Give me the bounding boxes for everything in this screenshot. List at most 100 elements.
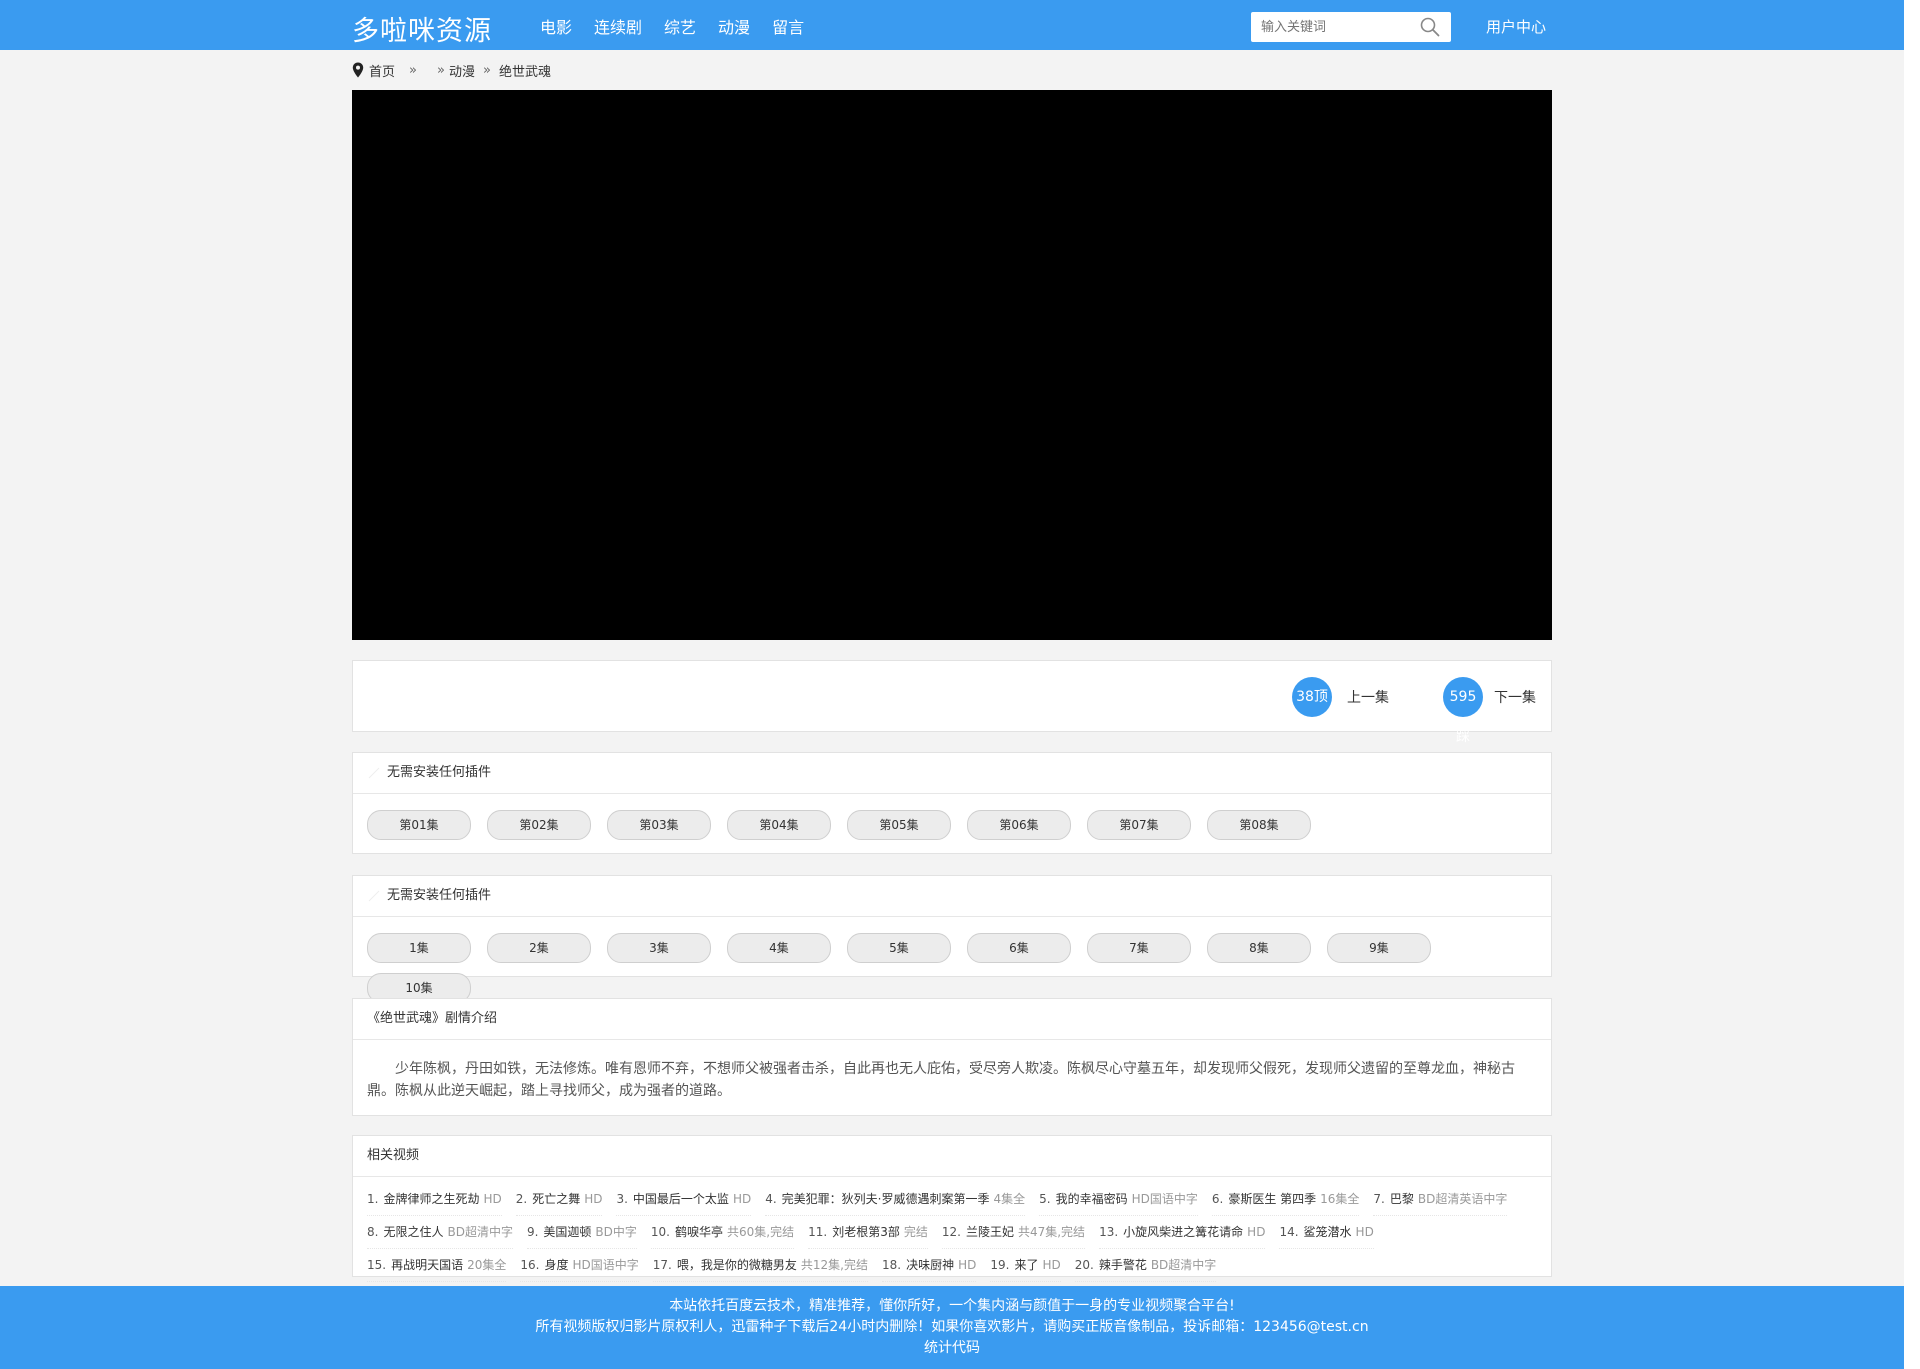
related-item-title: 豪斯医生 第四季: [1228, 1192, 1317, 1206]
related-item-tag: 共47集,完结: [1017, 1225, 1086, 1239]
related-item-number: 12.: [941, 1225, 961, 1239]
related-item[interactable]: 7. 巴黎 BD超清英语中字: [1373, 1183, 1508, 1216]
site-logo[interactable]: 多啦咪资源: [352, 9, 492, 48]
related-item[interactable]: 19. 来了 HD: [990, 1249, 1061, 1282]
related-item[interactable]: 8. 无限之住人 BD超清中字: [367, 1216, 513, 1249]
related-item-tag: HD: [483, 1192, 502, 1206]
prev-episode-button[interactable]: 上一集: [1347, 687, 1389, 707]
episode-button[interactable]: 第01集: [367, 810, 471, 840]
related-item[interactable]: 2. 死亡之舞 HD: [515, 1183, 603, 1216]
down-vote-badge[interactable]: 595踩: [1443, 677, 1483, 745]
episode-button[interactable]: 3集: [607, 933, 711, 963]
related-item-title: 鲨笼潜水: [1303, 1225, 1352, 1239]
nav-item-series[interactable]: 连续剧: [594, 14, 642, 38]
episode-button[interactable]: 7集: [1087, 933, 1191, 963]
video-player[interactable]: [352, 90, 1552, 640]
search-icon[interactable]: [1419, 17, 1441, 37]
related-list: 1. 金牌律师之生死劫 HD 2. 死亡之舞 HD 3. 中国最后一个太监 HD 4. 完美犯…: [353, 1177, 1551, 1286]
episode-button[interactable]: 9集: [1327, 933, 1431, 963]
related-item[interactable]: 13. 小旋风柴进之篝花请命 HD: [1099, 1216, 1266, 1249]
nav-item-anime[interactable]: 动漫: [718, 14, 750, 38]
related-item-number: 13.: [1099, 1225, 1119, 1239]
footer-copyright: 所有视频版权归影片原权利人，迅雷种子下载后24小时内删除！如果你喜欢影片，请购买…: [535, 1319, 1369, 1335]
play-source-1: 无需安装任何插件 第01集 第02集 第03集 第04集 第05集 第06集 第…: [352, 752, 1552, 854]
vertical-scrollbar[interactable]: [1904, 0, 1920, 1369]
related-item-tag: HD: [1247, 1225, 1266, 1239]
episode-button[interactable]: 5集: [847, 933, 951, 963]
related-item-tag: 共12集,完结: [800, 1258, 868, 1272]
related-item[interactable]: 9. 美国迦顿 BD中字: [526, 1216, 637, 1249]
related-item-tag: 共60集,完结: [727, 1225, 795, 1239]
episode-list: 第01集 第02集 第03集 第04集 第05集 第06集 第07集 第08集: [353, 794, 1551, 850]
related-item-number: 8.: [367, 1225, 379, 1239]
episode-button[interactable]: 第05集: [847, 810, 951, 840]
related-item-title: 来了: [1014, 1258, 1039, 1272]
episode-button[interactable]: 第06集: [967, 810, 1071, 840]
breadcrumb-home[interactable]: 首页: [369, 61, 395, 80]
player-controls-panel: 38顶 上一集 595踩 下一集: [352, 660, 1552, 745]
related-item-title: 小旋风柴进之篝花请命: [1123, 1225, 1244, 1239]
related-item-tag: BD超清中字: [1150, 1258, 1217, 1272]
related-item[interactable]: 14. 鲨笼潜水 HD: [1279, 1216, 1374, 1249]
play-source-icon: [368, 890, 380, 902]
user-center-link[interactable]: 用户中心: [1486, 16, 1546, 37]
related-item[interactable]: 15. 再战明天国语 20集全: [367, 1249, 507, 1282]
related-item[interactable]: 1. 金牌律师之生死劫 HD: [367, 1183, 502, 1216]
search-input[interactable]: [1251, 12, 1411, 42]
related-item-tag: BD中字: [595, 1225, 637, 1239]
nav-item-movie[interactable]: 电影: [540, 14, 572, 38]
episode-button[interactable]: 第07集: [1087, 810, 1191, 840]
prev-episode-group: 38顶 上一集: [1292, 677, 1389, 717]
related-item[interactable]: 18. 决味厨神 HD: [881, 1249, 977, 1282]
related-item[interactable]: 17. 喂，我是你的微糖男友 共12集,完结: [652, 1249, 868, 1282]
play-source-icon: [368, 767, 380, 779]
source-header: 无需安装任何插件: [353, 876, 1551, 917]
related-item-title: 鹤唳华亭: [675, 1225, 724, 1239]
related-item-title: 死亡之舞: [532, 1192, 581, 1206]
nav-item-variety[interactable]: 综艺: [664, 14, 696, 38]
next-episode-button[interactable]: 下一集: [1494, 687, 1536, 707]
related-item-number: 20.: [1074, 1258, 1094, 1272]
related-item-title: 身度: [544, 1258, 569, 1272]
related-item[interactable]: 3. 中国最后一个太监 HD: [616, 1183, 752, 1216]
related-item-number: 6.: [1211, 1192, 1224, 1206]
episode-button[interactable]: 第08集: [1207, 810, 1311, 840]
related-item-number: 15.: [367, 1258, 387, 1272]
related-header: 相关视频: [353, 1136, 1551, 1177]
related-item-tag: 完结: [903, 1225, 928, 1239]
related-item-tag: HD国语中字: [572, 1258, 639, 1272]
episode-button[interactable]: 第02集: [487, 810, 591, 840]
related-item[interactable]: 16. 身度 HD国语中字: [520, 1249, 639, 1282]
related-item[interactable]: 12. 兰陵王妃 共47集,完结: [941, 1216, 1086, 1249]
related-item[interactable]: 6. 豪斯医生 第四季 16集全: [1211, 1183, 1360, 1216]
related-item-tag: 4集全: [993, 1192, 1026, 1206]
related-item-title: 美国迦顿: [543, 1225, 592, 1239]
related-item[interactable]: 4. 完美犯罪：狄列夫·罗威德遇刺案第一季 4集全: [765, 1183, 1026, 1216]
related-item[interactable]: 11. 刘老根第3部 完结: [808, 1216, 928, 1249]
related-item[interactable]: 10. 鹤唳华亭 共60集,完结: [650, 1216, 795, 1249]
related-item-tag: BD超清英语中字: [1417, 1192, 1508, 1206]
description-header: 《绝世武魂》剧情介绍: [353, 999, 1551, 1040]
breadcrumb: 首页 » » 动漫 » 绝世武魂: [352, 60, 551, 80]
related-videos-panel: 相关视频 1. 金牌律师之生死劫 HD 2. 死亡之舞 HD 3. 中国最后一个太监 HD …: [352, 1135, 1552, 1282]
episode-button[interactable]: 4集: [727, 933, 831, 963]
source-header: 无需安装任何插件: [353, 753, 1551, 794]
related-item-title: 中国最后一个太监: [632, 1192, 729, 1206]
related-item-title: 再战明天国语: [391, 1258, 464, 1272]
episode-button[interactable]: 第03集: [607, 810, 711, 840]
nav-item-message[interactable]: 留言: [772, 14, 804, 38]
related-item[interactable]: 5. 我的幸福密码 HD国语中字: [1039, 1183, 1198, 1216]
related-item[interactable]: 20. 辣手警花 BD超清中字: [1074, 1249, 1217, 1282]
related-item-number: 19.: [990, 1258, 1010, 1272]
breadcrumb-category[interactable]: 动漫: [449, 61, 475, 80]
episode-button[interactable]: 8集: [1207, 933, 1311, 963]
related-item-tag: 20集全: [467, 1258, 507, 1272]
episode-button[interactable]: 6集: [967, 933, 1071, 963]
episode-button[interactable]: 1集: [367, 933, 471, 963]
up-vote-badge[interactable]: 38顶: [1292, 677, 1332, 717]
episode-button[interactable]: 2集: [487, 933, 591, 963]
location-pin-icon: [352, 62, 364, 78]
related-item-tag: 16集全: [1320, 1192, 1360, 1206]
related-item-tag: HD国语中字: [1131, 1192, 1198, 1206]
episode-button[interactable]: 第04集: [727, 810, 831, 840]
